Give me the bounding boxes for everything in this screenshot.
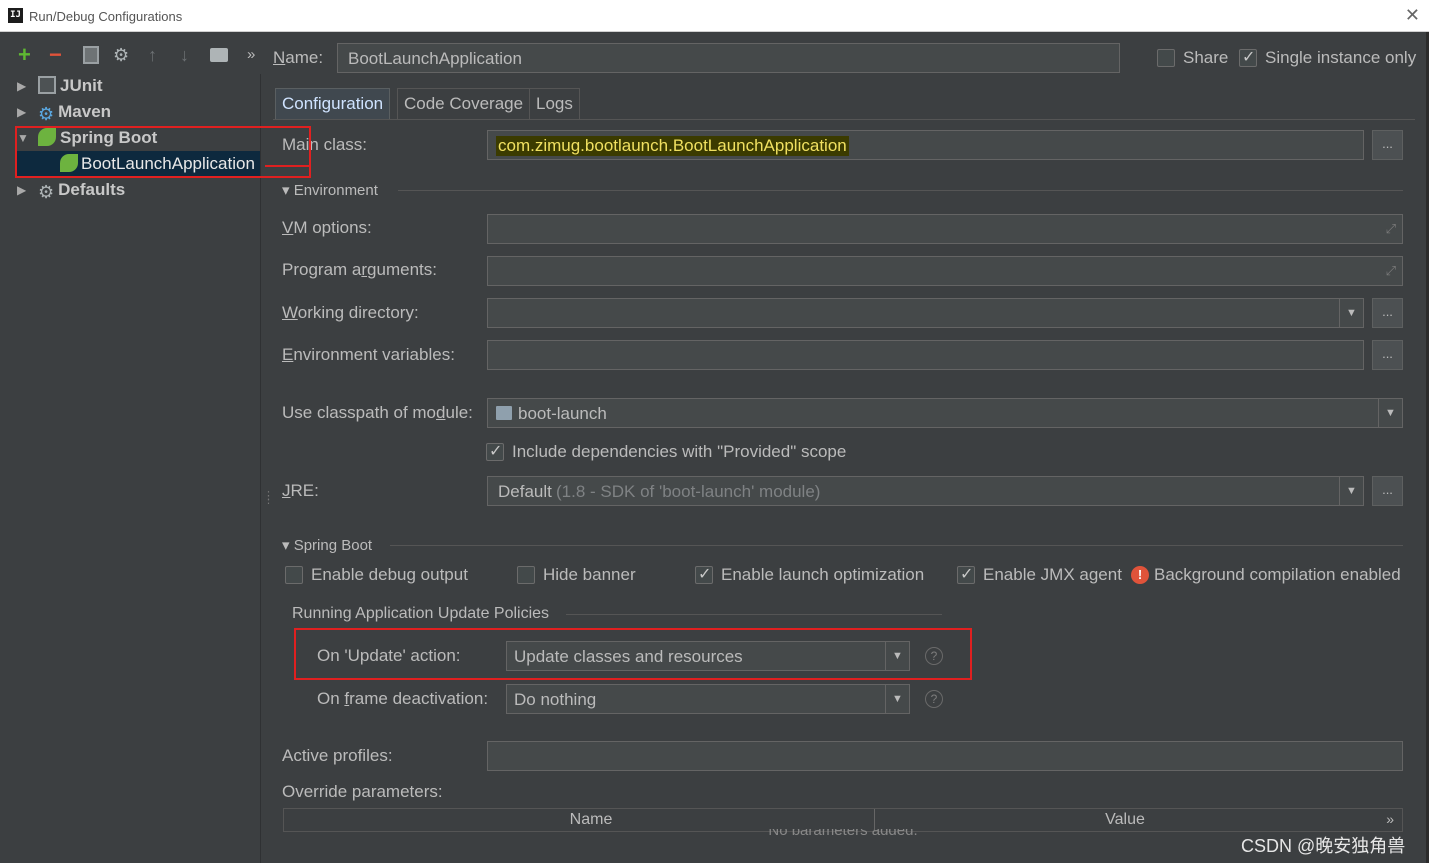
frame-deact-select[interactable]: Do nothing ▼ [506,684,910,714]
close-icon[interactable]: ✕ [1405,5,1420,26]
chevron-down-icon[interactable]: ▼ [885,685,909,713]
move-up-icon[interactable]: ↑ [148,44,157,66]
tree-item-defaults[interactable]: ⚙ Defaults [38,178,125,202]
jre-value: Default [498,482,552,501]
expand-icon[interactable]: ⤢ [1386,221,1396,237]
share-label: Share [1183,48,1229,67]
tab-divider [273,119,1415,120]
env-vars-browse-button[interactable]: ... [1372,340,1403,370]
window-title: Run/Debug Configurations [29,9,183,24]
more-icon[interactable]: » [1386,811,1394,827]
include-deps-label: Include dependencies with "Provided" sco… [512,442,847,461]
working-directory-browse-button[interactable]: ... [1372,298,1403,328]
remove-icon[interactable]: − [49,44,62,66]
active-profiles-label: Active profiles: [282,746,393,765]
tree-item-maven[interactable]: ⚙ Maven [38,100,111,124]
expand-arrow-icon[interactable]: ▶ [17,183,26,197]
working-directory-label: Working directory: [282,303,419,322]
vm-options-label: VM options: [282,218,372,237]
tab-logs[interactable]: Logs [529,88,580,119]
maven-icon: ⚙ [38,104,55,124]
add-icon[interactable]: + [18,44,31,66]
classpath-value: boot-launch [518,404,607,423]
main-class-input[interactable]: com.zimug.bootlaunch.BootLaunchApplicati… [487,130,1364,160]
tab-configuration[interactable]: Configuration [275,88,391,119]
override-params-table[interactable]: Name Value No parameters added. » [283,808,1403,835]
chevron-down-icon[interactable]: ▼ [1378,399,1402,427]
classpath-label: Use classpath of module: [282,403,473,422]
classpath-select[interactable]: boot-launch ▼ [487,398,1403,428]
frame-deact-label: On frame deactivation: [317,689,489,708]
tab-code-coverage[interactable]: Code Coverage [397,88,531,119]
spring-boot-section-header[interactable]: ▾ Spring Boot [282,536,372,554]
name-label: Name: [273,48,324,67]
override-params-label: Override parameters: [282,782,443,801]
share-checkbox[interactable] [1157,49,1175,67]
frame-deact-value: Do nothing [514,690,597,709]
launch-opt-label: Enable launch optimization [721,565,925,584]
include-deps-checkbox[interactable] [486,441,504,461]
active-profiles-input[interactable] [487,741,1403,771]
program-arguments-label: Program arguments: [282,260,437,279]
jmx-agent-checkbox[interactable] [957,564,975,584]
more-icon[interactable]: » [247,44,255,66]
chevron-down-icon[interactable]: ▼ [1339,477,1363,505]
section-divider [566,614,942,615]
single-instance-label: Single instance only [1265,48,1417,67]
tree-label: JUnit [60,76,103,95]
bg-compile-label: Background compilation enabled [1154,565,1401,584]
help-icon[interactable]: ? [925,690,943,708]
expand-arrow-icon[interactable]: ▶ [17,105,26,119]
move-down-icon[interactable]: ↓ [180,44,189,66]
single-instance-checkbox[interactable] [1239,47,1257,67]
chevron-down-icon[interactable]: ▼ [1339,299,1363,327]
module-icon [496,406,512,420]
folder-icon[interactable] [210,48,228,62]
env-vars-label: Environment variables: [282,345,455,364]
tree-label: Defaults [58,180,126,199]
settings-icon[interactable]: ⚙ [113,44,129,66]
hide-banner-label: Hide banner [543,565,636,584]
spring-boot-section-title: Spring Boot [293,537,373,554]
env-vars-input[interactable] [487,340,1364,370]
jmx-agent-label: Enable JMX agent [983,565,1122,584]
app-icon: IJ [8,8,23,23]
empty-table-text: No parameters added. [284,829,1402,835]
debug-output-label: Enable debug output [311,565,468,584]
main-class-value: com.zimug.bootlaunch.BootLaunchApplicati… [496,136,849,156]
copy-icon[interactable] [83,46,99,64]
jre-browse-button[interactable]: ... [1372,476,1403,506]
debug-output-checkbox[interactable] [285,566,303,584]
highlight-box-tree-edge [265,127,311,167]
environment-section-title: Environment [293,182,378,199]
main-class-browse-button[interactable]: ... [1372,130,1403,160]
jre-hint: (1.8 - SDK of 'boot-launch' module) [556,482,821,501]
working-directory-input[interactable]: ▼ [487,298,1364,328]
name-value: BootLaunchApplication [348,49,522,68]
environment-section-header[interactable]: ▾ Environment [282,181,378,199]
launch-opt-checkbox[interactable] [695,564,713,584]
junit-icon [38,76,56,94]
window-titlebar: IJ Run/Debug Configurations ✕ [0,0,1429,32]
policies-title: Running Application Update Policies [292,605,550,622]
section-divider [390,545,1403,546]
tree-item-junit[interactable]: JUnit [38,74,103,98]
expand-icon[interactable]: ⤢ [1386,263,1396,279]
watermark: CSDN @晚安独角兽 [1241,836,1406,856]
column-header-name[interactable]: Name [308,809,875,831]
warning-icon: ! [1131,566,1149,584]
tree-label: Maven [58,102,112,121]
jre-label: JRE: [282,481,319,500]
splitter-handle[interactable]: ⋮ ⋮ [263,491,274,506]
highlight-box-update-action [294,628,972,680]
hide-banner-checkbox[interactable] [517,566,535,584]
jre-select[interactable]: Default (1.8 - SDK of 'boot-launch' modu… [487,476,1364,506]
vm-options-input[interactable]: ⤢ [487,214,1403,244]
expand-arrow-icon[interactable]: ▶ [17,79,26,93]
section-divider [398,190,1403,191]
wrench-icon: ⚙ [38,182,55,202]
program-arguments-input[interactable]: ⤢ [487,256,1403,286]
column-header-value[interactable]: Value [876,809,1374,831]
name-input[interactable]: BootLaunchApplication [337,43,1120,73]
